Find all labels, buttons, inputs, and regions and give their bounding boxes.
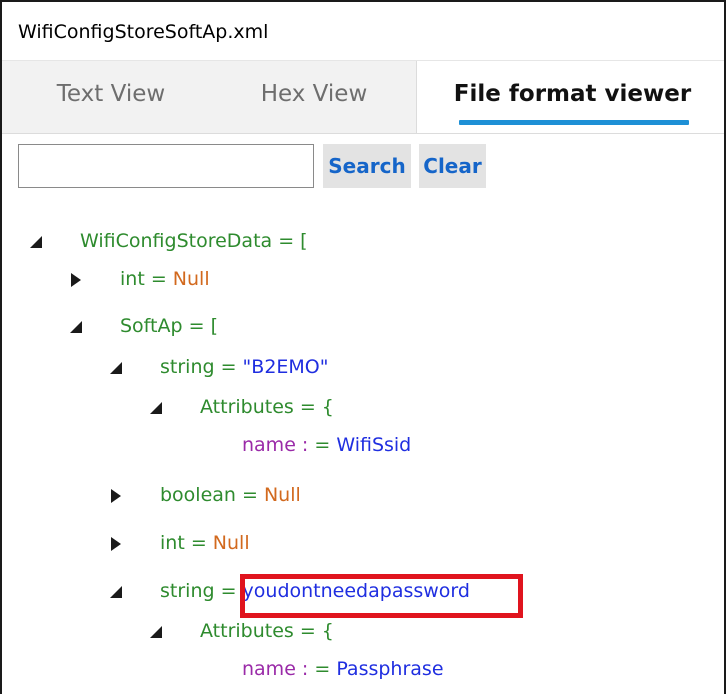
node-value: Null xyxy=(212,532,250,554)
window-title: WifiConfigStoreSoftAp.xml xyxy=(18,21,269,43)
node-name: Attributes xyxy=(200,620,294,642)
attribute-value: Passphrase xyxy=(336,658,444,680)
attribute-value: WifiSsid xyxy=(336,434,412,456)
node-value: "B2EMO" xyxy=(242,356,329,378)
tab-text-view[interactable]: Text View xyxy=(18,61,204,133)
highlight-box xyxy=(240,574,523,618)
node-equals: = xyxy=(184,532,213,554)
expanded-triangle-icon[interactable] xyxy=(148,624,164,640)
active-tab-indicator xyxy=(459,120,689,125)
node-name: int xyxy=(160,532,185,554)
tab-hex-view[interactable]: Hex View xyxy=(230,61,398,133)
search-button[interactable]: Search xyxy=(323,144,411,188)
node-equals: = xyxy=(214,580,243,602)
node-name: boolean xyxy=(160,484,236,506)
node-bracket: [ xyxy=(210,315,218,337)
node-equals: = xyxy=(144,268,173,290)
node-equals: = xyxy=(293,396,322,418)
node-name: SoftAp xyxy=(120,315,183,337)
node-equals: = xyxy=(308,658,337,680)
collapsed-triangle-icon[interactable] xyxy=(108,488,124,504)
expanded-triangle-icon[interactable] xyxy=(28,234,44,250)
node-equals: = xyxy=(214,356,243,378)
node-equals: = xyxy=(272,230,301,252)
expanded-triangle-icon[interactable] xyxy=(108,584,124,600)
tab-bar: Text View Hex View File format viewer xyxy=(2,61,724,134)
tab-file-format-viewer[interactable]: File format viewer xyxy=(416,61,724,133)
node-name: int xyxy=(120,268,145,290)
title-bar: WifiConfigStoreSoftAp.xml xyxy=(2,2,724,61)
node-bracket: [ xyxy=(300,230,308,252)
tab-label: File format viewer xyxy=(453,81,692,107)
node-value: Null xyxy=(263,484,301,506)
node-bracket: { xyxy=(321,396,334,418)
node-name: Attributes xyxy=(200,396,294,418)
node-equals: = xyxy=(182,315,211,337)
attribute-key: name : xyxy=(242,434,309,456)
collapsed-triangle-icon[interactable] xyxy=(108,536,124,552)
node-equals: = xyxy=(235,484,264,506)
expanded-triangle-icon[interactable] xyxy=(108,360,124,376)
node-name: WifiConfigStoreData xyxy=(80,230,273,252)
node-bracket: { xyxy=(321,620,334,642)
expanded-triangle-icon[interactable] xyxy=(68,319,84,335)
node-name: string xyxy=(160,356,215,378)
search-input[interactable] xyxy=(18,144,314,188)
node-value: Null xyxy=(172,268,210,290)
node-equals: = xyxy=(308,434,337,456)
node-name: string xyxy=(160,580,215,602)
clear-button[interactable]: Clear xyxy=(419,144,486,188)
collapsed-triangle-icon[interactable] xyxy=(68,272,84,288)
expanded-triangle-icon[interactable] xyxy=(148,400,164,416)
attribute-key: name : xyxy=(242,658,309,680)
viewer-window: WifiConfigStoreSoftAp.xml Text View Hex … xyxy=(0,0,726,694)
node-equals: = xyxy=(293,620,322,642)
